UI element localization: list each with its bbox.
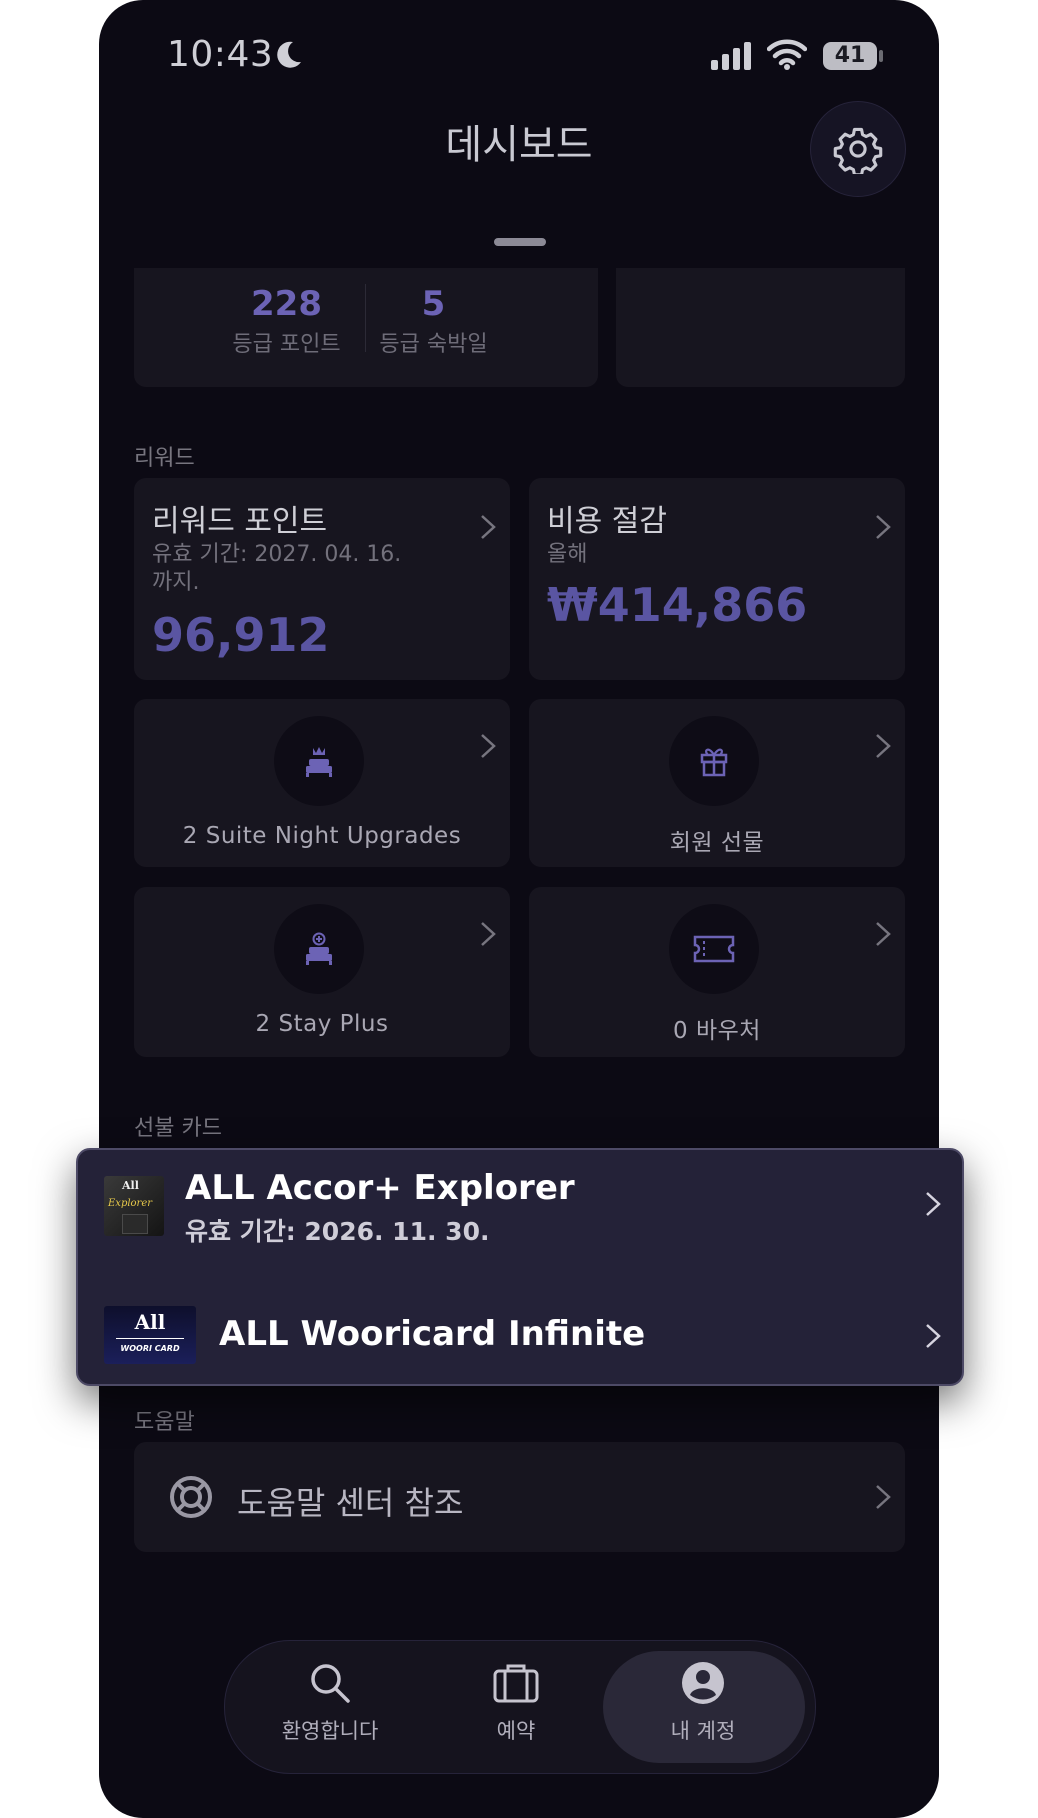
stat-label: 등급 숙박일 xyxy=(379,332,488,357)
tile-label: 회원 선물 xyxy=(669,830,765,856)
tile-label: 2 Suite Night Upgrades xyxy=(182,823,462,849)
chevron-right-icon xyxy=(876,922,891,946)
reward-points-title: 리워드 포인트 xyxy=(152,504,328,539)
stat-value: 228 xyxy=(251,284,322,324)
tile-member-gifts[interactable]: 회원 선물 xyxy=(529,699,905,867)
chevron-right-icon[interactable] xyxy=(924,1322,942,1350)
gear-icon xyxy=(833,127,883,174)
help-center-label: 도움말 센터 참조 xyxy=(237,1484,464,1522)
chevron-right-icon xyxy=(876,1485,891,1509)
thumb-script: Explorer xyxy=(108,1198,153,1209)
explorer-card-thumbnail: All Explorer xyxy=(104,1176,164,1236)
chevron-right-icon xyxy=(481,734,496,758)
tile-stay-plus[interactable]: 2 Stay Plus xyxy=(134,887,510,1057)
section-label-help: 도움말 xyxy=(134,1410,195,1435)
status-bar: 10:43 41 xyxy=(99,0,939,110)
divider xyxy=(365,284,366,352)
section-label-rewards: 리워드 xyxy=(134,446,195,471)
tab-label: 환영합니다 xyxy=(281,1719,379,1743)
tile-suite-night-upgrades[interactable]: 2 Suite Night Upgrades xyxy=(134,699,510,867)
tab-label: 예약 xyxy=(496,1719,536,1743)
reward-points-value: 96,912 xyxy=(152,608,330,662)
thumb-brand: All xyxy=(122,1179,139,1192)
stat-value: 5 xyxy=(421,284,446,324)
briefcase-icon xyxy=(493,1664,539,1703)
phone-screen: 10:43 41 데시보드 228 등급 포인트 5 등급 숙박일 리워드 리워… xyxy=(99,0,939,1818)
gift-icon xyxy=(700,748,728,777)
wooricard-thumbnail: All WOORI CARD xyxy=(104,1306,196,1364)
battery-tip xyxy=(879,50,883,62)
tab-my-account[interactable]: 내 계정 xyxy=(628,1661,778,1745)
thumb-sub: WOORI CARD xyxy=(120,1344,180,1353)
status-stats-card: 228 등급 포인트 5 등급 숙박일 xyxy=(134,268,598,387)
cellular-signal-icon xyxy=(711,42,751,70)
savings-value: ₩414,866 xyxy=(547,578,808,632)
thumb-brand: All xyxy=(134,1310,166,1334)
lifebuoy-icon xyxy=(170,1476,212,1518)
chevron-right-icon xyxy=(481,515,496,539)
icon-circle xyxy=(669,716,759,806)
account-icon xyxy=(682,1662,724,1704)
settings-button[interactable] xyxy=(810,101,906,197)
savings-title: 비용 절감 xyxy=(547,504,667,539)
battery-indicator: 41 xyxy=(823,42,877,70)
thumb-rule xyxy=(116,1338,184,1339)
wifi-icon xyxy=(767,39,807,70)
icon-circle xyxy=(274,716,364,806)
savings-card[interactable]: 비용 절감 올해 ₩414,866 xyxy=(529,478,905,680)
prepaid-cards-panel[interactable]: All Explorer ALL Accor+ Explorer 유효 기간: … xyxy=(76,1148,964,1386)
reward-points-validity-suffix: 까지. xyxy=(152,570,200,595)
chevron-right-icon xyxy=(481,922,496,946)
chevron-right-icon xyxy=(876,734,891,758)
bed-plus-icon xyxy=(306,932,332,965)
tab-bar: 환영합니다 예약 내 계정 xyxy=(224,1640,816,1774)
prepaid-card-validity: 유효 기간: 2026. 11. 30. xyxy=(185,1217,490,1246)
reward-points-card[interactable]: 리워드 포인트 유효 기간: 2027. 04. 16. 까지. 96,912 xyxy=(134,478,510,680)
prepaid-card-title: ALL Wooricard Infinite xyxy=(219,1314,646,1354)
thumb-building xyxy=(122,1214,148,1234)
help-center-item[interactable]: 도움말 센터 참조 xyxy=(134,1442,905,1552)
icon-circle xyxy=(274,904,364,994)
section-label-prepaid: 선불 카드 xyxy=(134,1116,222,1141)
search-icon xyxy=(311,1664,350,1703)
tile-label: 0 바우처 xyxy=(673,1018,761,1044)
stat-tier-nights: 5 등급 숙박일 xyxy=(371,284,496,358)
tile-label: 2 Stay Plus xyxy=(255,1011,389,1037)
status-side-card xyxy=(616,268,905,387)
tab-bookings[interactable]: 예약 xyxy=(441,1661,591,1745)
sheet-grabber[interactable] xyxy=(494,238,546,246)
status-time: 10:43 xyxy=(167,34,274,75)
stat-tier-points: 228 등급 포인트 xyxy=(224,284,349,358)
tab-welcome[interactable]: 환영합니다 xyxy=(255,1661,405,1745)
moon-icon xyxy=(277,41,301,68)
chevron-right-icon xyxy=(876,515,891,539)
icon-circle xyxy=(669,904,759,994)
chevron-right-icon[interactable] xyxy=(924,1190,942,1218)
tile-vouchers[interactable]: 0 바우처 xyxy=(529,887,905,1057)
stat-label: 등급 포인트 xyxy=(232,332,341,357)
ticket-icon xyxy=(693,935,735,963)
bed-crown-icon xyxy=(306,747,332,777)
tab-label: 내 계정 xyxy=(670,1719,736,1743)
prepaid-card-title: ALL Accor+ Explorer xyxy=(185,1168,575,1208)
savings-period: 올해 xyxy=(547,542,588,567)
